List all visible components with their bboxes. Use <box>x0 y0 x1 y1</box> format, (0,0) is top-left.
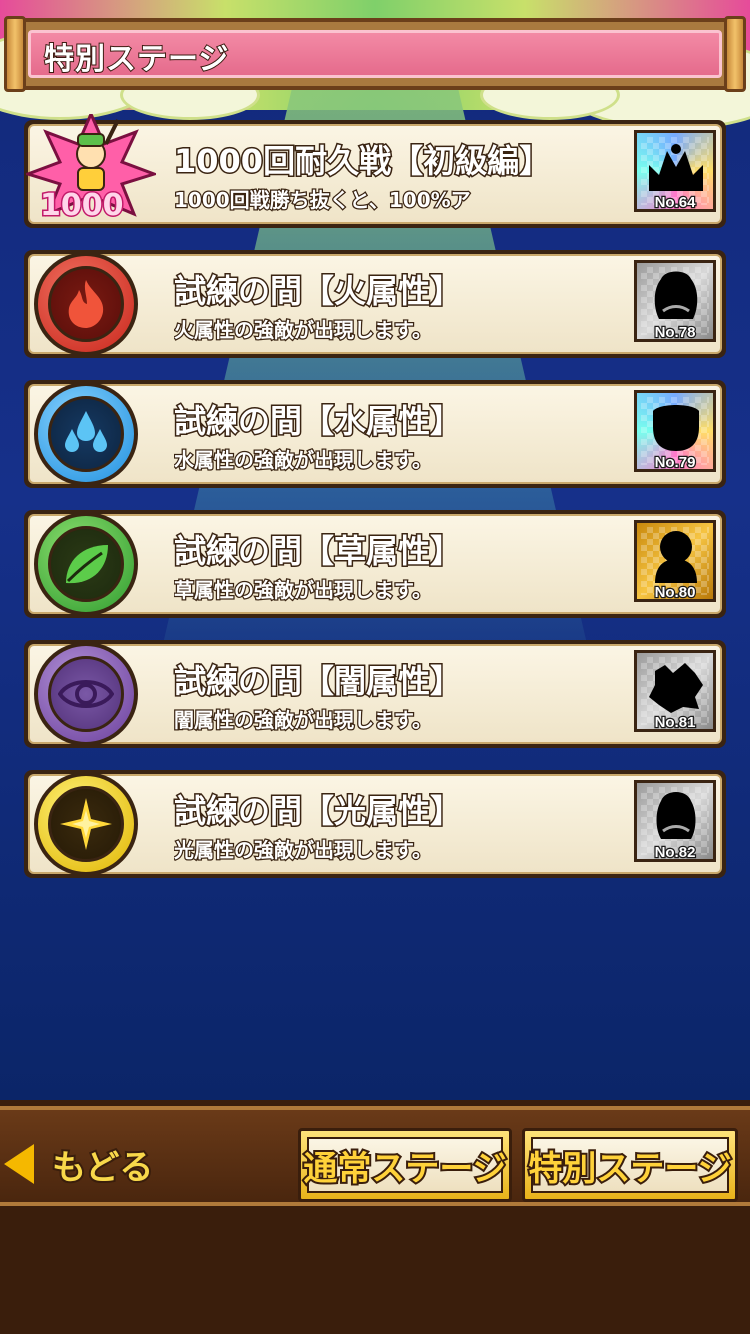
button-face: 通常ステージ <box>301 1137 509 1193</box>
crown-silhouette-icon <box>649 144 703 191</box>
stage-description: 1000回戦勝ち抜くと、100%ア <box>174 187 472 213</box>
monster-thumbnail: No.82 <box>634 780 716 862</box>
stage-title: 試練の間【水属性】 <box>172 401 463 442</box>
stage-row-light[interactable]: 試練の間【光属性】 光属性の強敵が出現します。 No.82 <box>24 770 726 878</box>
stage-title: 試練の間【闇属性】 <box>172 661 463 702</box>
light-element-icon <box>34 772 138 876</box>
stage-description: 草属性の強敵が出現します。 <box>174 577 433 603</box>
endurance-badge-icon: 1000 <box>23 110 159 234</box>
star-icon <box>60 798 112 850</box>
monster-silhouette-icon <box>656 792 696 839</box>
medal-core <box>48 526 124 602</box>
medal-core <box>48 656 124 732</box>
back-arrow-icon <box>4 1144 34 1184</box>
monster-thumbnail: No.80 <box>634 520 716 602</box>
water-element-icon <box>34 382 138 486</box>
flame-icon <box>68 280 104 328</box>
stage-row-water[interactable]: 試練の間【水属性】 水属性の強敵が出現します。 No.79 <box>24 380 726 488</box>
stage-title: 試練の間【光属性】 <box>172 791 463 832</box>
footer-bar: もどる 通常ステージ 特別ステージ <box>0 1106 750 1206</box>
stage-row-fire[interactable]: 試練の間【火属性】 火属性の強敵が出現します。 No.78 <box>24 250 726 358</box>
monster-number: No.78 <box>653 323 696 343</box>
page-title: 特別ステージ <box>43 41 230 78</box>
monster-thumbnail: No.78 <box>634 260 716 342</box>
grass-element-icon <box>34 512 138 616</box>
normal-stage-button[interactable]: 通常ステージ <box>298 1128 512 1202</box>
eye-icon <box>58 680 114 708</box>
stage-title: 1000回耐久戦【初級編】 <box>172 141 552 182</box>
stage-row-endurance[interactable]: 1000 1000回耐久戦【初級編】 1000回戦勝ち抜くと、100%ア No.… <box>23 110 726 228</box>
dark-element-icon <box>34 642 138 746</box>
stage-description: 闇属性の強敵が出現します。 <box>174 707 433 733</box>
special-stage-label: 特別ステージ <box>526 1147 733 1191</box>
monster-thumbnail: No.64 <box>634 130 716 212</box>
monster-thumbnail: No.81 <box>634 650 716 732</box>
medal-core <box>48 396 124 472</box>
monster-number: No.64 <box>653 193 696 213</box>
monster-silhouette-icon <box>654 271 698 319</box>
back-label: もどる <box>50 1146 155 1190</box>
monster-number: No.82 <box>653 843 696 863</box>
stage-title: 試練の間【火属性】 <box>172 271 463 312</box>
button-face: 特別ステージ <box>526 1137 734 1193</box>
stage-description: 水属性の強敵が出現します。 <box>174 447 433 473</box>
page-header: 特別ステージ <box>4 16 746 92</box>
fire-element-icon <box>34 252 138 356</box>
special-stage-button[interactable]: 特別ステージ <box>522 1128 738 1202</box>
stage-row-grass[interactable]: 試練の間【草属性】 草属性の強敵が出現します。 No.80 <box>24 510 726 618</box>
stage-title: 試練の間【草属性】 <box>172 531 463 572</box>
medal-core <box>48 786 124 862</box>
stage-description: 光属性の強敵が出現します。 <box>174 837 433 863</box>
stage-description: 火属性の強敵が出現します。 <box>174 317 433 343</box>
badge-number: 1000 <box>39 187 125 225</box>
stage-row-dark[interactable]: 試練の間【闇属性】 闇属性の強敵が出現します。 No.81 <box>24 640 726 748</box>
medal-core <box>48 266 124 342</box>
normal-stage-label: 通常ステージ <box>301 1147 508 1191</box>
footer: もどる 通常ステージ 特別ステージ <box>0 1100 750 1334</box>
monster-silhouette-icon <box>653 405 699 451</box>
monster-silhouette-icon <box>655 531 697 583</box>
monster-silhouette-icon <box>649 663 703 713</box>
back-button[interactable]: もどる <box>4 1136 174 1196</box>
water-drops-icon <box>65 411 107 452</box>
monster-number: No.79 <box>653 453 696 473</box>
monster-number: No.80 <box>653 583 696 603</box>
header-cap-left <box>4 16 26 92</box>
leaf-icon <box>66 545 108 584</box>
header-cap-right <box>724 16 746 92</box>
monster-thumbnail: No.79 <box>634 390 716 472</box>
monster-number: No.81 <box>653 713 696 733</box>
